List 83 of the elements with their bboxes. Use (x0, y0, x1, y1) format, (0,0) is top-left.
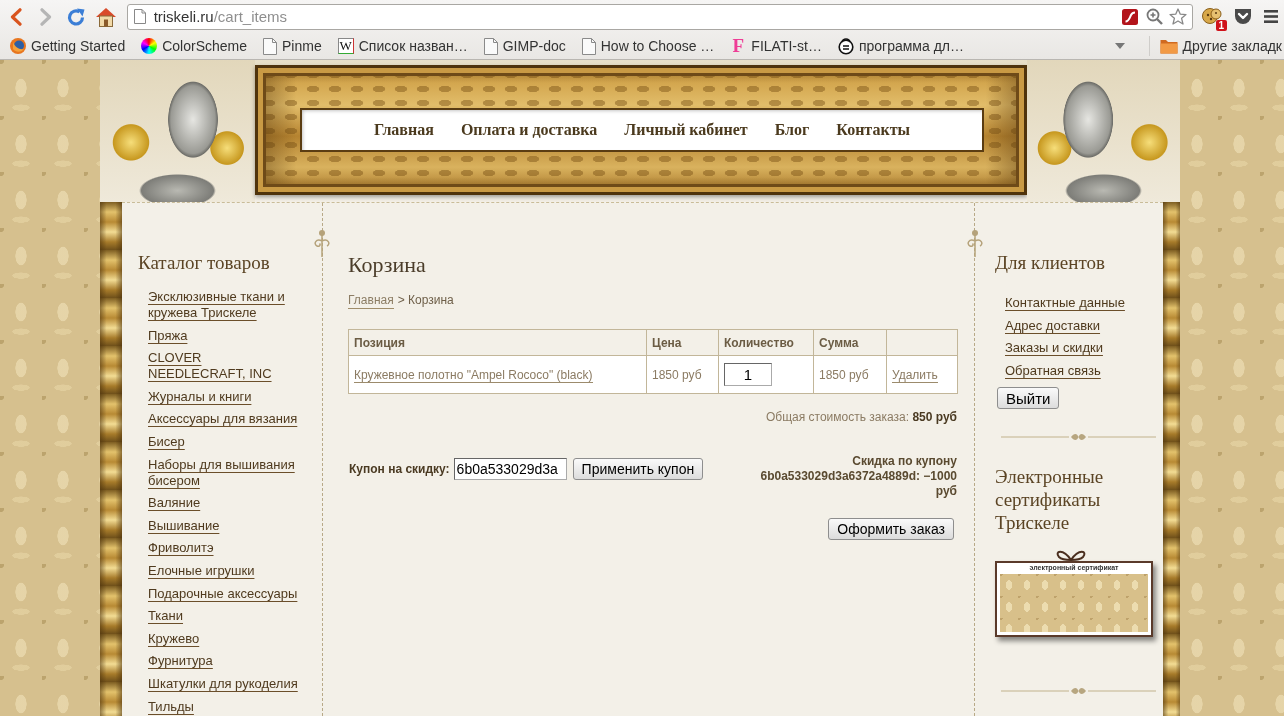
catalog-link[interactable]: Фриволитэ (148, 540, 214, 557)
bookmark-item[interactable]: How to Choose … (579, 35, 717, 57)
coupon-input[interactable]: 6b0a533029d3a (453, 458, 567, 480)
menu-icon (1264, 10, 1278, 23)
page-icon (133, 9, 146, 24)
reload-icon (65, 6, 86, 27)
breadcrumb-current: > Корзина (397, 293, 454, 309)
globe-icon (10, 38, 26, 54)
column-header: Цена (646, 329, 719, 356)
chevron-right-icon (39, 7, 52, 26)
chevron-left-icon (9, 7, 22, 26)
account-link[interactable]: Заказы и скидки (1005, 340, 1103, 357)
bookmark-folder[interactable]: Другие закладк (1157, 35, 1284, 57)
star-icon (1169, 8, 1188, 25)
nav-link[interactable]: Блог (774, 121, 810, 139)
favicon-letter: F (731, 37, 746, 55)
extension-button[interactable]: 1 (1199, 3, 1226, 30)
bookmark-item[interactable]: F FILATI-st… (728, 35, 824, 57)
home-icon (94, 6, 117, 27)
caret-down-icon (1114, 43, 1125, 49)
plugin-icon (1122, 8, 1139, 25)
page-icon (263, 37, 277, 55)
favicon-letter: W (337, 38, 354, 54)
catalog-link[interactable]: Подарочные аксессуары (148, 585, 298, 602)
coupon-discount: Скидка по купону 6b0a533029d3a6372a4889d: −1000 руб (759, 454, 957, 499)
address-bar[interactable]: triskeli.ru/cart_items (126, 3, 1194, 30)
plugin-button[interactable] (1120, 6, 1141, 27)
column-header: Количество (718, 329, 814, 356)
catalog-link[interactable]: Вышивание (148, 517, 220, 534)
notification-badge: 1 (1215, 19, 1228, 31)
breadcrumb-link[interactable]: Главная (348, 293, 394, 309)
catalog-link[interactable]: CLOVER NEEDLECRAFT, INC (148, 350, 300, 383)
catalog-link[interactable]: Кружево (148, 630, 200, 647)
catalog-link[interactable]: Наборы для вышивания бисером (148, 456, 300, 489)
catalog-link[interactable]: Бисер (148, 433, 185, 450)
bookmark-item[interactable]: GIMP-doc (481, 35, 568, 57)
round-emblem-icon (837, 37, 854, 55)
account-link[interactable]: Адрес доставки (1005, 317, 1101, 334)
apply-coupon-button[interactable]: Применить купон (572, 458, 704, 480)
catalog-link[interactable]: Ткани (148, 608, 183, 625)
quantity-input[interactable]: 1 (724, 363, 772, 386)
column-header: Сумма (813, 329, 887, 356)
column-header: Позиция (348, 329, 647, 356)
bookmark-item[interactable]: программа дл… (835, 35, 966, 57)
zoom-button[interactable] (1144, 6, 1165, 27)
bookmark-star-button[interactable] (1168, 6, 1189, 27)
bookmark-item[interactable]: Getting Started (8, 35, 128, 57)
logout-button[interactable]: Выйти (997, 387, 1060, 410)
nav-link[interactable]: Контакты (836, 121, 910, 139)
coupon-label: Купон на скидку: (349, 462, 450, 476)
pocket-icon (1234, 8, 1253, 25)
ornamental-divider-icon (1001, 687, 1156, 696)
catalog-link[interactable]: Эксклюзивные ткани и кружева Трискеле (148, 289, 300, 321)
nav-link[interactable]: Главная (374, 121, 434, 139)
order-total: Общая стоимость заказа: 850 руб (764, 410, 957, 425)
catalog-link[interactable]: Журналы и книги (148, 388, 252, 405)
account-link[interactable]: Контактные данные (1005, 295, 1125, 311)
catalog-link[interactable]: Елочные игрушки (148, 562, 255, 579)
folder-icon (1159, 38, 1178, 54)
sidebar-heading: Для клиентов (995, 251, 1106, 275)
bookmark-item[interactable]: ColorScheme (139, 35, 249, 57)
catalog-link[interactable]: Пряжа (148, 327, 188, 344)
sidebar-heading: Каталог товаров (138, 251, 271, 275)
sidebar-heading: Электронные сертификаты Трискеле (995, 465, 1105, 535)
ornamental-divider-icon (1001, 433, 1156, 442)
bookmark-item[interactable]: Pinme (261, 35, 324, 57)
page-title: Корзина (348, 251, 427, 279)
nav-link[interactable]: Личный кабинет (624, 121, 748, 139)
page-icon (483, 37, 498, 55)
color-wheel-icon (141, 38, 158, 54)
table-cell: 1850 руб (813, 355, 887, 394)
table-cell: 1850 руб (646, 355, 719, 394)
zoom-in-icon (1145, 8, 1163, 25)
page-icon (581, 37, 596, 55)
nav-link[interactable]: Оплата и доставка (460, 121, 598, 139)
catalog-link[interactable]: Фурнитура (148, 653, 213, 670)
checkout-button[interactable]: Оформить заказ (828, 518, 954, 540)
catalog-link[interactable]: Аксессуары для вязания (148, 411, 298, 428)
catalog-link[interactable]: Валяние (148, 495, 201, 512)
catalog-link[interactable]: Тильды (148, 698, 194, 715)
bookmark-item[interactable]: W Список назван… (335, 35, 470, 57)
catalog-link[interactable]: Шкатулки для рукоделия (148, 675, 298, 692)
account-link[interactable]: Обратная связь (1005, 362, 1101, 379)
